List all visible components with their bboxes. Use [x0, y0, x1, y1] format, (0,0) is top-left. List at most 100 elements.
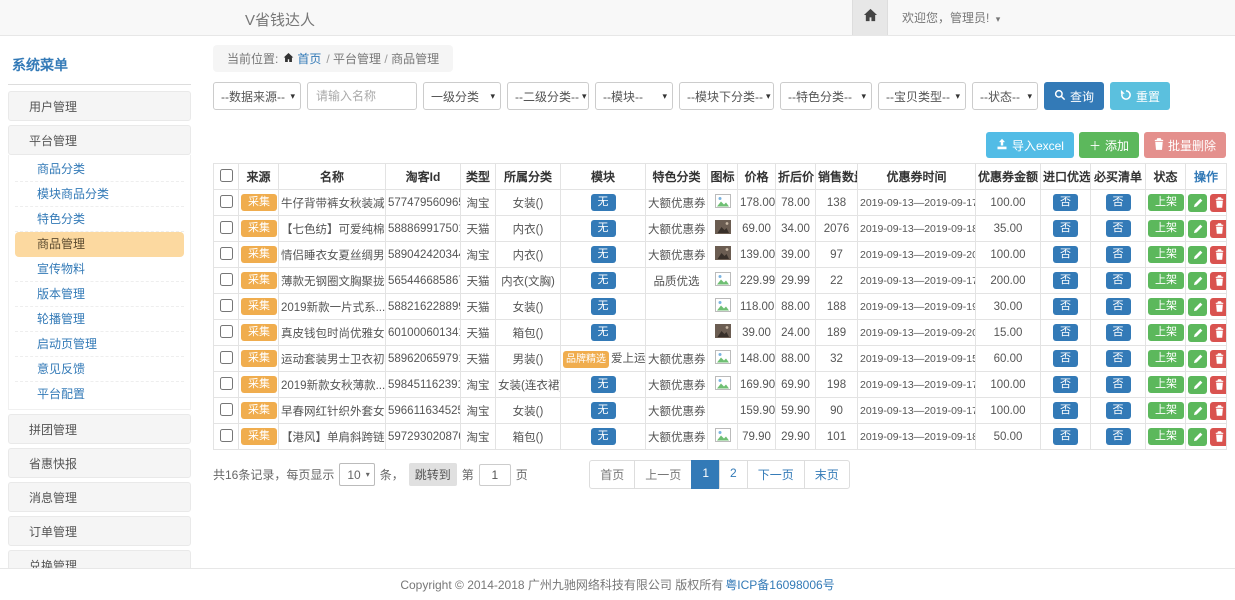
edit-button[interactable] [1188, 298, 1207, 316]
status-badge[interactable]: 上架 [1148, 272, 1184, 289]
status-badge[interactable]: 上架 [1148, 246, 1184, 263]
edit-button[interactable] [1188, 376, 1207, 394]
delete-button[interactable] [1210, 272, 1227, 290]
must-buy-toggle[interactable]: 否 [1106, 350, 1131, 367]
row-checkbox[interactable] [220, 299, 233, 312]
must-buy-toggle[interactable]: 否 [1106, 298, 1131, 315]
sidebar-item-省惠快报[interactable]: 省惠快报 [8, 448, 191, 478]
module-badge[interactable]: 无 [591, 272, 616, 289]
row-checkbox[interactable] [220, 195, 233, 208]
delete-button[interactable] [1210, 376, 1227, 394]
delete-button[interactable] [1210, 194, 1227, 212]
sidebar-item-拼团管理[interactable]: 拼团管理 [8, 414, 191, 444]
must-buy-toggle[interactable]: 否 [1106, 246, 1131, 263]
sidebar-item-订单管理[interactable]: 订单管理 [8, 516, 191, 546]
module-badge[interactable]: 无 [591, 402, 616, 419]
status-badge[interactable]: 上架 [1148, 402, 1184, 419]
status-badge[interactable]: 上架 [1148, 194, 1184, 211]
edit-button[interactable] [1188, 246, 1207, 264]
module-badge[interactable]: 品牌精选 [563, 351, 609, 368]
import-select-toggle[interactable]: 否 [1053, 246, 1078, 263]
module-badge[interactable]: 无 [591, 376, 616, 393]
sidebar-subitem-宣传物料[interactable]: 宣传物料 [15, 257, 184, 282]
module-badge[interactable]: 无 [591, 194, 616, 211]
sidebar-item-用户管理[interactable]: 用户管理 [8, 91, 191, 121]
edit-button[interactable] [1188, 324, 1207, 342]
must-buy-toggle[interactable]: 否 [1106, 194, 1131, 211]
page-button-2[interactable]: 2 [719, 460, 748, 489]
status-badge[interactable]: 上架 [1148, 324, 1184, 341]
status-badge[interactable]: 上架 [1148, 428, 1184, 445]
row-checkbox[interactable] [220, 403, 233, 416]
filter-select---状态--[interactable]: --状态--▾ [972, 82, 1038, 110]
filter-select---模块--[interactable]: --模块--▾ [595, 82, 673, 110]
sidebar-subitem-启动页管理[interactable]: 启动页管理 [15, 332, 184, 357]
filter-select-一级分类[interactable]: 一级分类▾ [423, 82, 501, 110]
page-button-下一页[interactable]: 下一页 [747, 460, 805, 489]
delete-button[interactable] [1210, 246, 1227, 264]
user-menu[interactable]: 欢迎您，管理员! ▾ [902, 9, 1000, 26]
row-checkbox[interactable] [220, 429, 233, 442]
delete-button[interactable] [1210, 428, 1227, 446]
edit-button[interactable] [1188, 350, 1207, 368]
page-button-上一页[interactable]: 上一页 [634, 460, 692, 489]
reset-button[interactable]: 重置 [1110, 82, 1170, 110]
import-select-toggle[interactable]: 否 [1053, 220, 1078, 237]
delete-button[interactable] [1210, 350, 1227, 368]
row-checkbox[interactable] [220, 221, 233, 234]
module-badge[interactable]: 无 [591, 428, 616, 445]
breadcrumb-home-link[interactable]: 首页 [283, 50, 321, 67]
import-select-toggle[interactable]: 否 [1053, 324, 1078, 341]
row-checkbox[interactable] [220, 351, 233, 364]
breadcrumb-item-平台管理[interactable]: 平台管理 [333, 52, 381, 66]
module-badge[interactable]: 无 [591, 246, 616, 263]
sidebar-subitem-商品管理[interactable]: 商品管理 [15, 232, 184, 257]
edit-button[interactable] [1188, 402, 1207, 420]
row-checkbox[interactable] [220, 325, 233, 338]
sidebar-item-平台管理[interactable]: 平台管理 [8, 125, 191, 155]
import-select-toggle[interactable]: 否 [1053, 272, 1078, 289]
status-badge[interactable]: 上架 [1148, 220, 1184, 237]
import-excel-button[interactable]: 导入excel [986, 132, 1074, 158]
add-button[interactable]: ＋ 添加 [1079, 132, 1139, 158]
row-checkbox[interactable] [220, 247, 233, 260]
filter-select---宝贝类型--[interactable]: --宝贝类型--▾ [878, 82, 966, 110]
edit-button[interactable] [1188, 220, 1207, 238]
page-button-首页[interactable]: 首页 [589, 460, 635, 489]
filter-select---模块下分类--[interactable]: --模块下分类--▾ [679, 82, 774, 110]
sidebar-subitem-轮播管理[interactable]: 轮播管理 [15, 307, 184, 332]
delete-button[interactable] [1210, 298, 1227, 316]
sidebar-item-消息管理[interactable]: 消息管理 [8, 482, 191, 512]
filter-select---数据来源--[interactable]: --数据来源--▾ [213, 82, 301, 110]
edit-button[interactable] [1188, 272, 1207, 290]
page-button-1[interactable]: 1 [691, 460, 720, 489]
must-buy-toggle[interactable]: 否 [1106, 376, 1131, 393]
filter-select---特色分类--[interactable]: --特色分类--▾ [780, 82, 872, 110]
edit-button[interactable] [1188, 428, 1207, 446]
page-number-input[interactable] [479, 464, 511, 486]
import-select-toggle[interactable]: 否 [1053, 350, 1078, 367]
icp-link[interactable]: 粤ICP备16098006号 [725, 576, 834, 593]
jump-button[interactable]: 跳转到 [409, 463, 457, 486]
module-badge[interactable]: 无 [591, 324, 616, 341]
must-buy-toggle[interactable]: 否 [1106, 402, 1131, 419]
module-badge[interactable]: 无 [591, 298, 616, 315]
edit-button[interactable] [1188, 194, 1207, 212]
status-badge[interactable]: 上架 [1148, 350, 1184, 367]
must-buy-toggle[interactable]: 否 [1106, 428, 1131, 445]
delete-button[interactable] [1210, 402, 1227, 420]
status-badge[interactable]: 上架 [1148, 376, 1184, 393]
must-buy-toggle[interactable]: 否 [1106, 272, 1131, 289]
sidebar-subitem-意见反馈[interactable]: 意见反馈 [15, 357, 184, 382]
status-badge[interactable]: 上架 [1148, 298, 1184, 315]
batch-delete-button[interactable]: 批量删除 [1144, 132, 1226, 158]
sidebar-subitem-商品分类[interactable]: 商品分类 [15, 157, 184, 182]
import-select-toggle[interactable]: 否 [1053, 376, 1078, 393]
name-search-input[interactable] [307, 82, 417, 110]
must-buy-toggle[interactable]: 否 [1106, 324, 1131, 341]
sidebar-subitem-特色分类[interactable]: 特色分类 [15, 207, 184, 232]
select-all-checkbox[interactable] [220, 169, 233, 182]
row-checkbox[interactable] [220, 273, 233, 286]
query-button[interactable]: 查询 [1044, 82, 1104, 110]
delete-button[interactable] [1210, 220, 1227, 238]
